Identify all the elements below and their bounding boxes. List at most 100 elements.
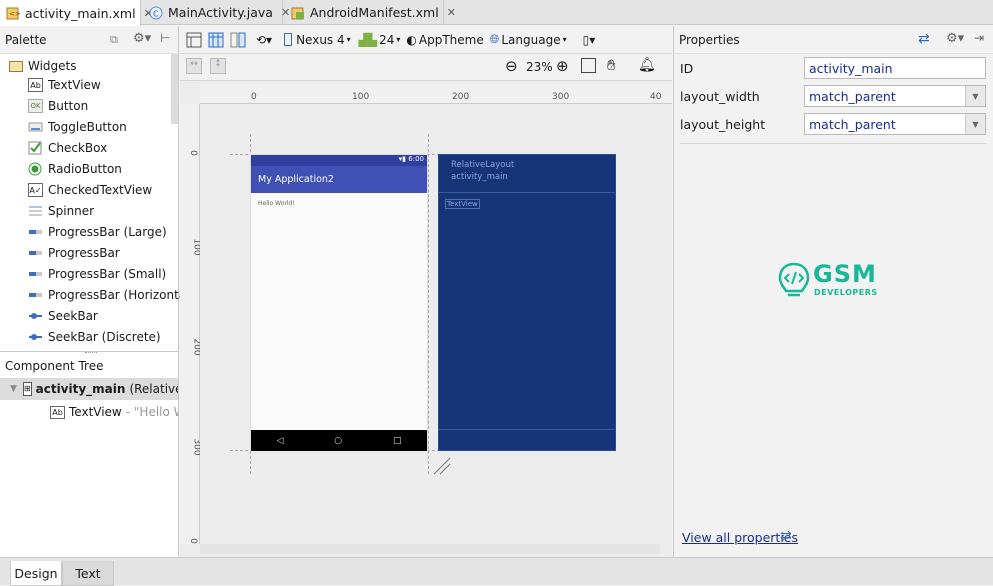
palette-item-seekbar[interactable]: SeekBar — [28, 306, 98, 326]
palette-item-progressbar-horizontal[interactable]: ProgressBar (Horizontal) — [28, 285, 194, 305]
palette-item-label: ProgressBar (Small) — [48, 267, 167, 281]
horizontal-scrollbar[interactable] — [200, 544, 660, 554]
device-selector[interactable]: Nexus 4 ▾ — [284, 30, 351, 50]
editor-tab-bar: <> activity_main.xml ✕ C MainActivity.ja… — [0, 0, 993, 26]
status-time: 6:00 — [408, 155, 424, 163]
toggle-icon — [28, 120, 43, 134]
tab-activity-main-xml[interactable]: <> activity_main.xml ✕ — [0, 0, 153, 26]
tab-mainactivity-java[interactable]: C MainActivity.java ✕ — [143, 0, 290, 25]
palette-item-label: Spinner — [48, 204, 95, 218]
swap-icon[interactable]: ⇄ — [918, 31, 930, 47]
palette-item-label: ProgressBar — [48, 246, 120, 260]
pan-hand-icon[interactable]: ✋︎ — [607, 56, 616, 74]
logo-subtext: DEVELOPERS — [814, 288, 878, 297]
phone-preview[interactable]: ▾▮ 6:00 My Application2 Hello World! ◁ ○… — [250, 154, 428, 451]
theme-label: AppTheme — [418, 32, 484, 47]
blueprint-divider — [439, 192, 615, 193]
ruler-label: 0 — [251, 92, 257, 102]
notification-bell-icon[interactable]: 🔔︎ — [638, 57, 656, 73]
device-label: Nexus 4 — [296, 32, 345, 47]
blueprint-preview[interactable]: RelativeLayout activity_main TextView — [438, 154, 616, 451]
ruler-label: 0 — [187, 538, 198, 544]
pin-icon[interactable]: ⇥ — [974, 31, 984, 45]
svg-text:<>: <> — [9, 10, 20, 18]
tree-root-name: activity_main — [35, 382, 126, 396]
chevron-down-icon[interactable]: ▼ — [965, 114, 985, 134]
gear-icon[interactable]: ⚙▾ — [133, 31, 151, 46]
device-frame-icon[interactable]: ▯▾ — [583, 30, 596, 50]
tab-label: MainActivity.java — [168, 5, 273, 20]
palette-item-spinner[interactable]: Spinner — [28, 201, 94, 221]
palette-scrollbar[interactable] — [171, 54, 178, 124]
layout-width-dropdown[interactable]: match_parent ▼ — [804, 85, 986, 107]
palette-item-progressbar-small[interactable]: ProgressBar (Small) — [28, 264, 166, 284]
back-icon[interactable]: ◁ — [276, 436, 283, 446]
progress-icon — [28, 225, 43, 239]
divider — [680, 143, 986, 144]
prop-label: layout_width — [680, 88, 760, 104]
expand-arrow-icon[interactable]: ▼ — [10, 384, 17, 394]
globe-icon: 🌐︎ — [489, 32, 500, 46]
palette-item-checkedtextview[interactable]: A✓ CheckedTextView — [28, 180, 152, 200]
ruler-label: 40 — [650, 92, 662, 102]
both-view-icon[interactable] — [230, 30, 246, 50]
app-title: My Application2 — [258, 174, 334, 185]
zoom-out-icon[interactable]: ⊖ — [505, 57, 518, 75]
palette-item-progressbar-large[interactable]: ProgressBar (Large) — [28, 222, 167, 242]
blueprint-layout-label: RelativeLayout — [451, 160, 515, 170]
close-icon[interactable]: ✕ — [447, 6, 456, 19]
swap-icon[interactable]: ⇄ — [780, 528, 792, 544]
theme-selector[interactable]: ◐ AppTheme — [406, 30, 483, 50]
api-selector[interactable]: ▟▙ 24 ▾ — [359, 30, 401, 50]
progress-icon — [28, 267, 43, 281]
tab-label: Design — [14, 565, 58, 581]
chevron-down-icon[interactable]: ▼ — [965, 86, 985, 106]
palette-item-togglebutton[interactable]: ToggleButton — [28, 117, 127, 137]
fit-screen-icon[interactable] — [581, 58, 596, 73]
pan-vertical-icon[interactable]: ↕ — [210, 58, 226, 74]
palette-group-widgets[interactable]: Widgets — [9, 56, 77, 76]
palette-item-radiobutton[interactable]: RadioButton — [28, 159, 122, 179]
palette-item-label: CheckBox — [48, 141, 108, 155]
tree-row-textview[interactable]: Ab TextView - "Hello Wo — [50, 402, 178, 422]
tab-design[interactable]: Design — [10, 561, 62, 586]
left-ruler: 0 100 200 300 0 — [180, 104, 202, 544]
blueprint-view-icon[interactable] — [208, 30, 224, 50]
gear-icon[interactable]: ⚙▾ — [946, 31, 964, 46]
gsm-developers-logo: GSM DEVELOPERS — [777, 260, 887, 302]
app-bar: My Application2 — [251, 166, 427, 193]
resize-handle[interactable] — [85, 352, 97, 355]
palette-item-button[interactable]: OK Button — [28, 96, 88, 116]
resize-handle-icon[interactable] — [432, 456, 452, 479]
orientation-icon[interactable]: ⟲▾ — [256, 30, 272, 50]
language-selector[interactable]: 🌐︎ Language ▾ — [490, 30, 567, 50]
zoom-level: 23% — [526, 60, 553, 74]
bottom-tab-bar: Design Text — [0, 557, 993, 586]
pan-horizontal-icon[interactable]: ↔ — [186, 58, 202, 74]
pin-icon[interactable]: ⊢ — [160, 31, 170, 45]
palette-title: Palette — [5, 32, 47, 47]
hello-textview[interactable]: Hello World! — [258, 200, 295, 207]
home-icon[interactable]: ○ — [334, 436, 342, 446]
collapse-icon[interactable]: ⧉ — [110, 33, 118, 47]
design-canvas[interactable]: ▾▮ 6:00 My Application2 Hello World! ◁ ○… — [200, 104, 660, 544]
palette-header: Palette ⧉ ⚙▾ ⊢ — [0, 26, 178, 54]
tree-row-root[interactable]: ▼ ⊞ activity_main (RelativeLa — [0, 378, 178, 400]
api-label: 24 — [379, 32, 395, 47]
palette-item-textview[interactable]: Ab TextView — [28, 75, 101, 95]
tab-text[interactable]: Text — [62, 561, 114, 586]
palette-item-checkbox[interactable]: CheckBox — [28, 138, 107, 158]
properties-title: Properties — [679, 32, 740, 47]
xml-file-icon: <> — [6, 6, 21, 20]
recents-icon[interactable]: □ — [393, 436, 402, 446]
design-view-icon[interactable] — [186, 30, 202, 50]
java-class-icon: C — [149, 6, 163, 20]
tab-androidmanifest-xml[interactable]: AndroidManifest.xml ✕ — [285, 0, 456, 25]
layout-width-value: match_parent — [809, 88, 896, 104]
id-field[interactable]: activity_main — [804, 57, 986, 79]
zoom-in-icon[interactable]: ⊕ — [556, 57, 569, 75]
palette-item-seekbar-discrete[interactable]: SeekBar (Discrete) — [28, 327, 161, 347]
palette-item-progressbar[interactable]: ProgressBar — [28, 243, 120, 263]
blueprint-textview[interactable]: TextView — [445, 199, 480, 209]
layout-height-dropdown[interactable]: match_parent ▼ — [804, 113, 986, 135]
